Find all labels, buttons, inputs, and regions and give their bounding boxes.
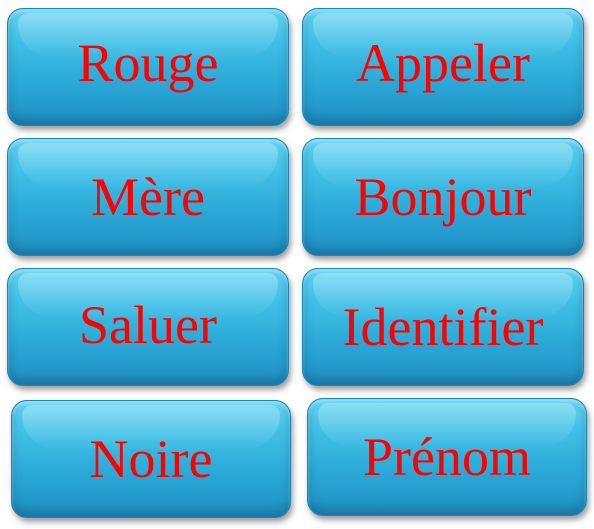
word-card-identifier[interactable]: Identifier	[302, 268, 584, 386]
word-label: Mère	[91, 167, 205, 227]
word-label: Identifier	[342, 297, 544, 357]
word-card-bonjour[interactable]: Bonjour	[302, 138, 584, 256]
word-card-prenom[interactable]: Prénom	[307, 398, 587, 516]
word-label: Appeler	[356, 33, 530, 93]
word-label: Noire	[89, 429, 213, 489]
word-label: Bonjour	[354, 167, 532, 227]
word-card-noire[interactable]: Noire	[11, 400, 291, 518]
word-label: Prénom	[363, 427, 531, 487]
word-card-mere[interactable]: Mère	[7, 138, 289, 256]
word-card-appeler[interactable]: Appeler	[302, 8, 584, 126]
word-card-rouge[interactable]: Rouge	[7, 8, 289, 126]
word-label: Rouge	[77, 33, 219, 93]
word-label: Saluer	[79, 295, 217, 355]
word-card-saluer[interactable]: Saluer	[7, 268, 289, 386]
